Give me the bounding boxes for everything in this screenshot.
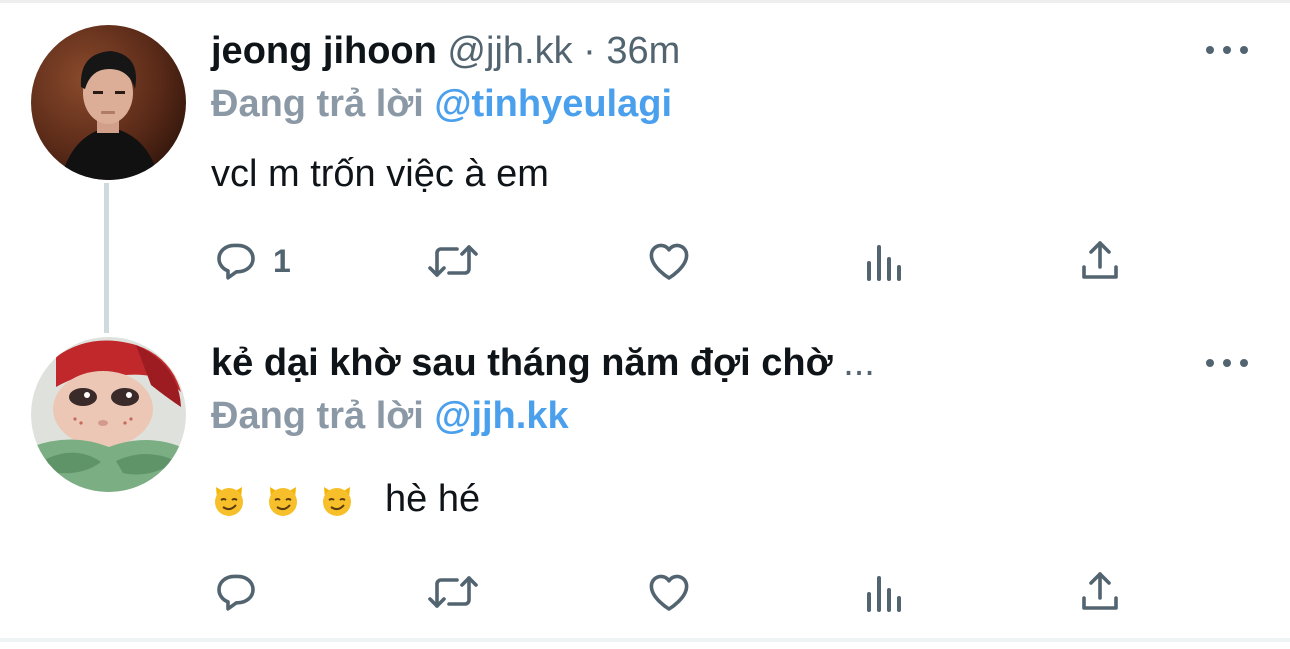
share-icon — [1078, 237, 1122, 285]
tweet-text: hè hé — [385, 478, 481, 520]
views-button[interactable] — [863, 567, 907, 617]
replying-to-label: Đang trả lời — [211, 83, 424, 125]
replying-to-label: Đang trả lời — [211, 395, 424, 437]
share-button[interactable] — [1078, 567, 1122, 617]
name-truncation: ... — [843, 342, 875, 384]
tweet-actions: 1 — [0, 236, 1290, 286]
timestamp[interactable]: 36m — [606, 30, 680, 72]
like-button[interactable] — [645, 567, 693, 617]
tweet-header: kẻ dại khờ sau tháng năm đợi chờ ... — [211, 340, 875, 386]
reply-icon — [213, 237, 261, 285]
display-name[interactable]: jeong jihoon — [211, 30, 437, 72]
replying-to: Đang trả lời @jjh.kk — [211, 393, 569, 439]
separator-dot: · — [583, 30, 596, 72]
retweet-icon — [425, 568, 481, 616]
reply-button[interactable]: 1 — [213, 236, 291, 286]
like-button[interactable] — [645, 236, 693, 286]
like-icon — [645, 568, 693, 616]
user-photo-avatar[interactable] — [31, 25, 186, 180]
share-button[interactable] — [1078, 236, 1122, 286]
views-button[interactable] — [863, 236, 907, 286]
user-handle[interactable]: @jjh.kk — [447, 30, 572, 72]
reply-mention-link[interactable]: @jjh.kk — [434, 395, 568, 437]
tweet-text: vcl m trốn việc à em — [211, 153, 549, 195]
retweet-button[interactable] — [425, 567, 481, 617]
share-icon — [1078, 568, 1122, 616]
tweet-text-row: hè hé — [211, 476, 480, 522]
retweet-icon — [425, 237, 481, 285]
reply-mention-link[interactable]: @tinhyeulagi — [434, 83, 672, 125]
replying-to: Đang trả lời @tinhyeulagi — [211, 81, 672, 127]
bottom-divider — [0, 638, 1290, 642]
views-icon — [863, 568, 907, 616]
reply-icon — [213, 568, 261, 616]
tweet-actions — [0, 567, 1290, 617]
retweet-button[interactable] — [425, 236, 481, 286]
smirking-cat-emoji — [319, 481, 355, 517]
tweet-2[interactable]: kẻ dại khờ sau tháng năm đợi chờ ... Đan… — [0, 325, 1290, 639]
smirking-cat-emoji — [211, 481, 247, 517]
flower-figure-avatar[interactable] — [31, 337, 186, 492]
tweet-1[interactable]: jeong jihoon @jjh.kk · 36m Đang trả lời … — [0, 0, 1290, 325]
reply-count: 1 — [273, 242, 291, 279]
tweet-header: jeong jihoon @jjh.kk · 36m — [211, 28, 680, 74]
views-icon — [863, 237, 907, 285]
more-options-icon[interactable] — [1206, 351, 1248, 375]
smirking-cat-emoji — [265, 481, 301, 517]
like-icon — [645, 237, 693, 285]
reply-button[interactable] — [213, 567, 273, 617]
more-options-icon[interactable] — [1206, 38, 1248, 62]
display-name[interactable]: kẻ dại khờ sau tháng năm đợi chờ — [211, 342, 833, 384]
